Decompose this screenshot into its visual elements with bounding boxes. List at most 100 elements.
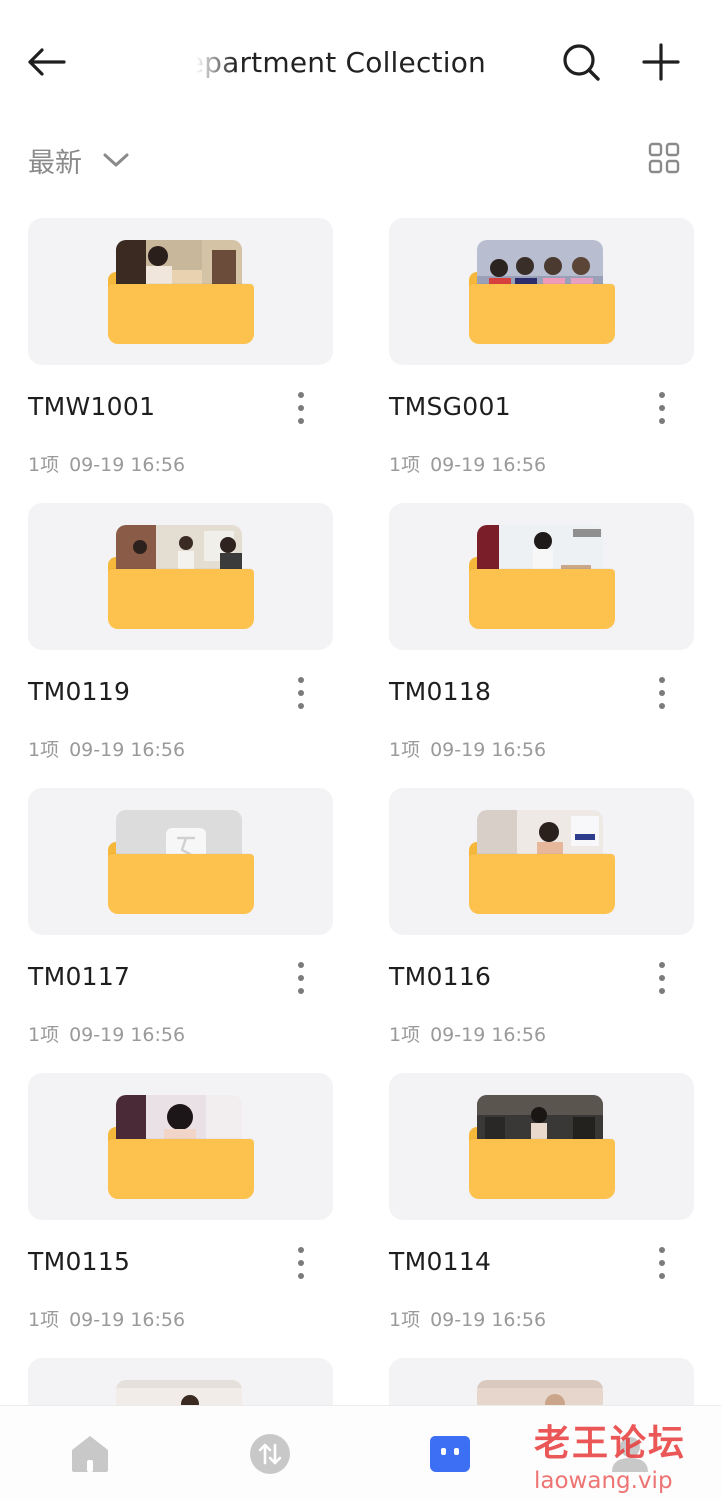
folder-card[interactable]: TM0117 1项 09-19 16:56 bbox=[28, 788, 333, 1073]
more-options-button[interactable] bbox=[645, 1245, 679, 1281]
dot bbox=[298, 418, 304, 424]
more-options-button[interactable] bbox=[645, 960, 679, 996]
modified-date: 09-19 16:56 bbox=[430, 739, 547, 761]
modified-date: 09-19 16:56 bbox=[430, 1309, 547, 1331]
dot bbox=[298, 975, 304, 981]
folder-meta: 1项 09-19 16:56 bbox=[28, 1305, 185, 1332]
folder-icon bbox=[467, 525, 615, 629]
modified-date: 09-19 16:56 bbox=[430, 454, 547, 476]
item-count: 1项 bbox=[28, 454, 60, 476]
folder-thumbnail[interactable] bbox=[28, 1358, 333, 1408]
folder-thumbnail[interactable] bbox=[389, 788, 694, 935]
sort-dropdown[interactable]: 最新 bbox=[28, 140, 130, 180]
dot bbox=[659, 1247, 665, 1253]
folder-icon bbox=[467, 1095, 615, 1199]
grid-view-button[interactable] bbox=[648, 142, 680, 174]
modified-date: 09-19 16:56 bbox=[69, 454, 186, 476]
folder-name: TM0119 bbox=[28, 677, 131, 706]
preview-image bbox=[477, 1380, 603, 1408]
dot bbox=[659, 1273, 665, 1279]
folder-card[interactable]: TM0119 1项 09-19 16:56 bbox=[28, 503, 333, 788]
dot bbox=[298, 962, 304, 968]
dot bbox=[659, 392, 665, 398]
chevron-down-icon bbox=[102, 151, 130, 169]
dot bbox=[298, 677, 304, 683]
dot bbox=[298, 690, 304, 696]
folder-card-partial[interactable] bbox=[28, 1358, 333, 1408]
folder-card[interactable]: TM0118 1项 09-19 16:56 bbox=[389, 503, 694, 788]
item-count: 1项 bbox=[389, 1309, 421, 1331]
more-options-button[interactable] bbox=[645, 390, 679, 426]
folder-thumbnail[interactable] bbox=[28, 1073, 333, 1220]
transfer-icon bbox=[250, 1434, 290, 1474]
modified-date: 09-19 16:56 bbox=[69, 1024, 186, 1046]
plus-icon bbox=[642, 43, 680, 81]
folder-name: TMW1001 bbox=[28, 392, 156, 421]
folder-thumbnail[interactable] bbox=[28, 218, 333, 365]
item-count: 1项 bbox=[389, 454, 421, 476]
folder-card[interactable]: TM0114 1项 09-19 16:56 bbox=[389, 1073, 694, 1358]
folder-icon bbox=[106, 1380, 254, 1408]
folder-name: TM0118 bbox=[389, 677, 492, 706]
add-button[interactable] bbox=[638, 38, 684, 86]
dot bbox=[298, 1247, 304, 1253]
title-fade bbox=[196, 40, 236, 84]
folder-meta: 1项 09-19 16:56 bbox=[28, 1020, 185, 1047]
folder-name: TM0115 bbox=[28, 1247, 131, 1276]
more-options-button[interactable] bbox=[284, 675, 318, 711]
nav-home-button[interactable] bbox=[68, 1432, 112, 1476]
page-title-container: Department Collection bbox=[196, 40, 496, 84]
dot bbox=[659, 690, 665, 696]
more-options-button[interactable] bbox=[284, 960, 318, 996]
folder-meta: 1项 09-19 16:56 bbox=[389, 1305, 546, 1332]
folder-card[interactable]: TMSG001 1项 09-19 16:56 bbox=[389, 218, 694, 503]
folder-meta: 1项 09-19 16:56 bbox=[28, 735, 185, 762]
folder-card[interactable]: TM0116 1项 09-19 16:56 bbox=[389, 788, 694, 1073]
search-button[interactable] bbox=[558, 38, 604, 86]
dot bbox=[298, 988, 304, 994]
sort-label: 最新 bbox=[28, 147, 82, 179]
folder-meta: 1项 09-19 16:56 bbox=[389, 735, 546, 762]
files-icon bbox=[430, 1436, 470, 1472]
folder-meta: 1项 09-19 16:56 bbox=[389, 450, 546, 477]
grid-view-icon bbox=[648, 142, 680, 174]
folder-card[interactable]: TMW1001 1项 09-19 16:56 bbox=[28, 218, 333, 503]
folder-thumbnail[interactable] bbox=[28, 788, 333, 935]
item-count: 1项 bbox=[28, 1309, 60, 1331]
watermark-title: 老王论坛 bbox=[534, 1423, 687, 1464]
app-header: Department Collection bbox=[0, 0, 721, 124]
item-count: 1项 bbox=[28, 739, 60, 761]
dot bbox=[298, 1273, 304, 1279]
back-button[interactable] bbox=[22, 40, 70, 84]
dot bbox=[659, 975, 665, 981]
folder-icon bbox=[106, 1095, 254, 1199]
folder-thumbnail[interactable] bbox=[389, 1073, 694, 1220]
more-options-button[interactable] bbox=[284, 390, 318, 426]
folder-icon bbox=[106, 525, 254, 629]
folder-thumbnail[interactable] bbox=[389, 503, 694, 650]
dot bbox=[298, 1260, 304, 1266]
folder-icon bbox=[467, 1380, 615, 1408]
folder-thumbnail[interactable] bbox=[389, 218, 694, 365]
modified-date: 09-19 16:56 bbox=[69, 1309, 186, 1331]
folder-name: TMSG001 bbox=[389, 392, 511, 421]
folder-thumbnail[interactable] bbox=[28, 503, 333, 650]
more-options-button[interactable] bbox=[645, 675, 679, 711]
modified-date: 09-19 16:56 bbox=[69, 739, 186, 761]
search-icon bbox=[563, 44, 600, 81]
nav-files-button[interactable] bbox=[428, 1432, 472, 1476]
folder-name: TM0116 bbox=[389, 962, 492, 991]
modified-date: 09-19 16:56 bbox=[430, 1024, 547, 1046]
nav-transfer-button[interactable] bbox=[248, 1432, 292, 1476]
folder-icon bbox=[467, 240, 615, 344]
folder-card-partial[interactable] bbox=[389, 1358, 694, 1408]
dot bbox=[659, 703, 665, 709]
dot bbox=[659, 677, 665, 683]
folder-icon bbox=[106, 240, 254, 344]
more-options-button[interactable] bbox=[284, 1245, 318, 1281]
folder-meta: 1项 09-19 16:56 bbox=[389, 1020, 546, 1047]
dot bbox=[659, 988, 665, 994]
folder-name: TM0114 bbox=[389, 1247, 492, 1276]
folder-card[interactable]: TM0115 1项 09-19 16:56 bbox=[28, 1073, 333, 1358]
folder-thumbnail[interactable] bbox=[389, 1358, 694, 1408]
